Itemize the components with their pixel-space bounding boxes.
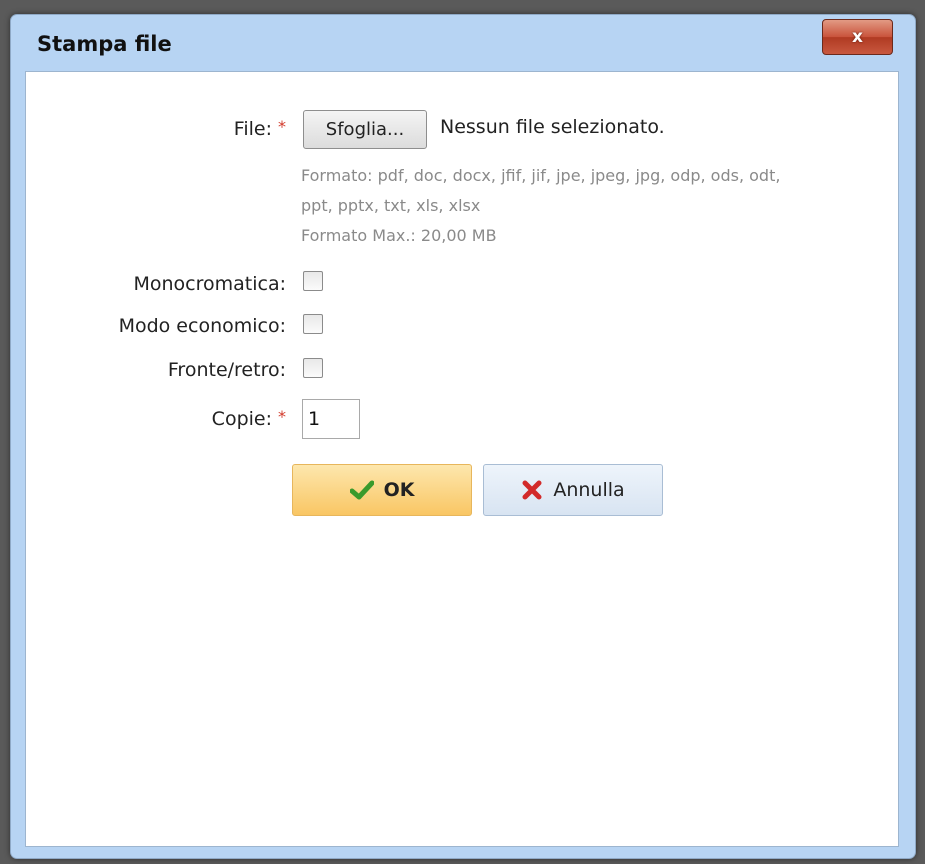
copies-label: Copie:: [211, 408, 272, 430]
browse-button[interactable]: Sfoglia...: [303, 110, 427, 149]
duplex-label: Fronte/retro:: [167, 359, 286, 381]
format-hint-line1: Formato: pdf, doc, docx, jfif, jif, jpe,…: [301, 166, 781, 185]
close-button[interactable]: x: [822, 19, 893, 55]
copies-input[interactable]: [302, 399, 360, 439]
monochrome-label: Monocromatica:: [133, 273, 286, 295]
format-hint-line2: ppt, pptx, txt, xls, xlsx: [301, 196, 481, 215]
max-size-hint: Formato Max.: 20,00 MB: [301, 226, 497, 245]
ok-button-label: OK: [383, 479, 415, 501]
copies-required-mark: *: [278, 407, 286, 426]
monochrome-checkbox[interactable]: [303, 271, 323, 291]
ok-button[interactable]: OK: [292, 464, 472, 516]
economy-mode-label: Modo economico:: [118, 315, 286, 337]
cancel-button-label: Annulla: [553, 479, 625, 501]
dialog-titlebar[interactable]: Stampa file x: [11, 15, 915, 71]
red-x-icon: [521, 479, 543, 501]
duplex-checkbox[interactable]: [303, 358, 323, 378]
file-required-mark: *: [278, 117, 286, 136]
checkmark-icon: [349, 480, 374, 500]
economy-mode-checkbox[interactable]: [303, 314, 323, 334]
dialog-title: Stampa file: [37, 32, 172, 56]
cancel-button[interactable]: Annulla: [483, 464, 663, 516]
file-label: File:: [233, 118, 272, 140]
file-status: Nessun file selezionato.: [440, 116, 665, 138]
print-file-dialog: Stampa file x File: * Sfoglia... Nessun …: [10, 14, 916, 859]
dialog-content: File: * Sfoglia... Nessun file seleziona…: [25, 71, 899, 847]
